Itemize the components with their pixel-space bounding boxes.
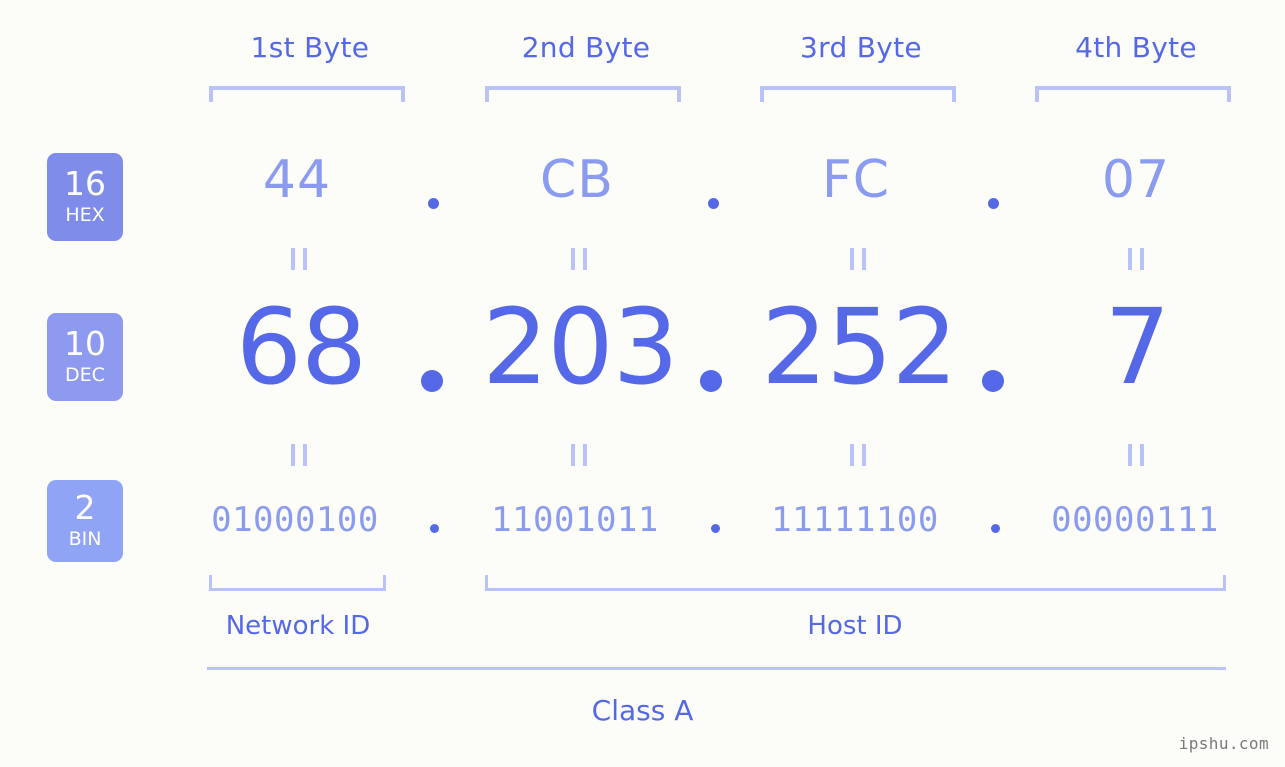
hex-separator-dot-2 xyxy=(708,198,719,209)
dec-separator-dot-3 xyxy=(982,370,1004,392)
bin-octet-3: 11111100 xyxy=(771,500,939,540)
host-id-bracket xyxy=(485,575,1226,591)
dec-octet-2: 203 xyxy=(482,286,679,408)
class-label: Class A xyxy=(591,694,694,727)
base-badge-hex-name: HEX xyxy=(65,203,105,226)
class-bracket xyxy=(207,667,1226,670)
hex-separator-dot-3 xyxy=(988,198,999,209)
byte-bracket-2 xyxy=(485,86,681,102)
equals-mark-dec-bin-4 xyxy=(1128,444,1144,466)
bin-separator-dot-1 xyxy=(430,524,439,533)
network-id-bracket xyxy=(209,575,386,591)
bin-octet-4: 00000111 xyxy=(1051,500,1219,540)
hex-octet-4: 07 xyxy=(1101,150,1171,210)
base-badge-bin-number: 2 xyxy=(74,488,96,528)
base-badge-dec: 10 DEC xyxy=(47,313,123,401)
hex-octet-2: CB xyxy=(540,150,614,210)
ip-address-breakdown-diagram: 1st Byte 2nd Byte 3rd Byte 4th Byte 16 H… xyxy=(0,0,1285,767)
byte-bracket-1 xyxy=(209,86,405,102)
base-badge-bin-name: BIN xyxy=(68,527,102,550)
base-badge-hex: 16 HEX xyxy=(47,153,123,241)
dec-separator-dot-1 xyxy=(421,370,443,392)
hex-octet-1: 44 xyxy=(262,150,332,210)
equals-mark-hex-dec-4 xyxy=(1128,248,1144,270)
bin-separator-dot-3 xyxy=(991,524,1000,533)
equals-mark-dec-bin-1 xyxy=(291,444,307,466)
byte-header-1: 1st Byte xyxy=(250,31,370,64)
base-badge-hex-number: 16 xyxy=(64,164,106,204)
hex-octet-3: FC xyxy=(821,150,891,210)
hex-separator-dot-1 xyxy=(428,198,439,209)
dec-octet-1: 68 xyxy=(235,286,367,408)
base-badge-dec-number: 10 xyxy=(64,324,106,364)
dec-separator-dot-2 xyxy=(700,370,722,392)
byte-bracket-4 xyxy=(1035,86,1231,102)
base-badge-bin: 2 BIN xyxy=(47,480,123,562)
equals-mark-hex-dec-2 xyxy=(571,248,587,270)
byte-header-4: 4th Byte xyxy=(1075,31,1197,64)
byte-bracket-3 xyxy=(760,86,956,102)
bin-octet-1: 01000100 xyxy=(211,500,379,540)
network-id-label: Network ID xyxy=(225,611,371,641)
byte-header-3: 3rd Byte xyxy=(800,31,922,64)
equals-mark-hex-dec-1 xyxy=(291,248,307,270)
site-watermark: ipshu.com xyxy=(1178,734,1269,753)
equals-mark-hex-dec-3 xyxy=(850,248,866,270)
equals-mark-dec-bin-2 xyxy=(571,444,587,466)
byte-header-2: 2nd Byte xyxy=(521,31,651,64)
base-badge-dec-name: DEC xyxy=(65,363,105,386)
bin-octet-2: 11001011 xyxy=(491,500,659,540)
dec-octet-3: 252 xyxy=(761,286,958,408)
host-id-label: Host ID xyxy=(807,611,903,641)
bin-separator-dot-2 xyxy=(711,524,720,533)
equals-mark-dec-bin-3 xyxy=(850,444,866,466)
dec-octet-4: 7 xyxy=(1104,286,1170,408)
